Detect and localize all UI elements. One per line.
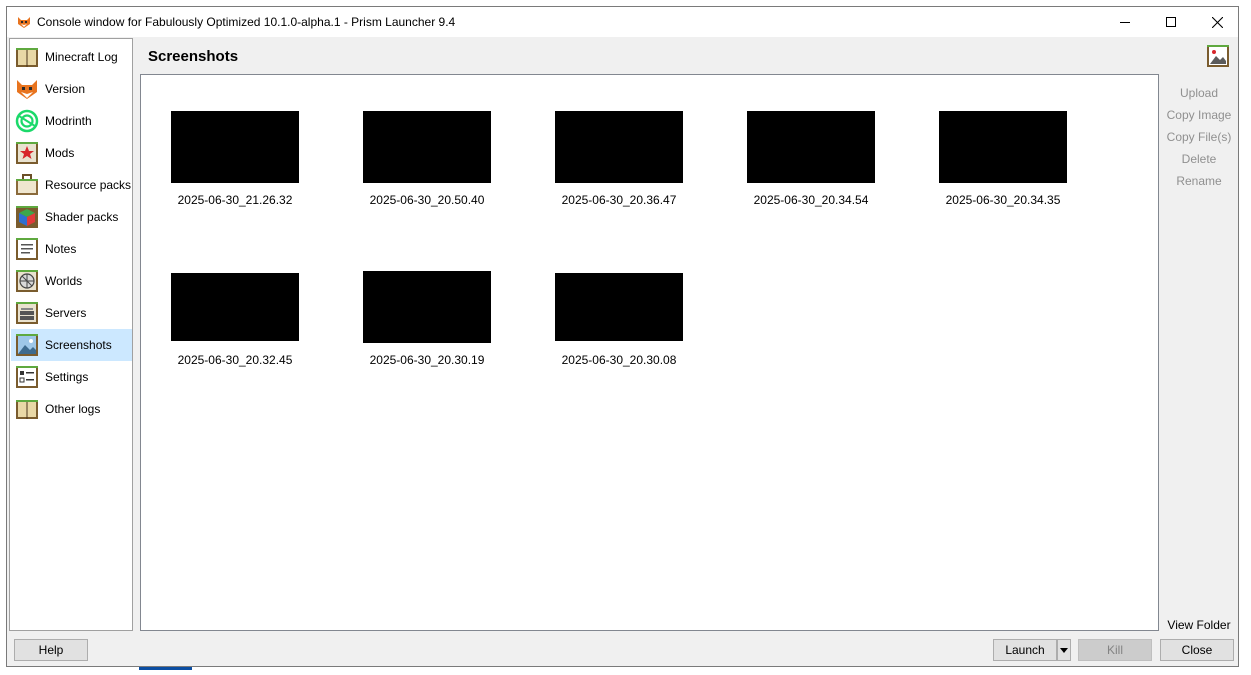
minimize-button[interactable]	[1102, 7, 1148, 37]
book-icon	[16, 48, 38, 67]
fox-icon	[18, 17, 30, 28]
sidebar: Minecraft Log Version Modrinth Mods Reso…	[9, 38, 133, 631]
screenshot-name: 2025-06-30_21.26.32	[177, 193, 293, 207]
sidebar-item-mods[interactable]: Mods	[11, 137, 132, 169]
sidebar-item-label: Servers	[45, 306, 87, 320]
view-folder-button[interactable]: View Folder	[1160, 618, 1238, 632]
close-window-button[interactable]	[1194, 7, 1240, 37]
settings-icon	[16, 366, 38, 388]
sidebar-item-settings[interactable]: Settings	[11, 361, 132, 393]
sidebar-item-label: Settings	[45, 370, 89, 384]
sidebar-item-resource-packs[interactable]: Resource packs	[11, 169, 132, 201]
sidebar-item-label: Minecraft Log	[45, 50, 118, 64]
screenshot-item[interactable]: 2025-06-30_21.26.32	[155, 89, 315, 219]
close-icon	[1211, 16, 1223, 28]
screenshot-item[interactable]: 2025-06-30_20.30.08	[539, 249, 699, 379]
sidebar-item-label: Modrinth	[45, 114, 92, 128]
screenshot-item[interactable]: 2025-06-30_20.34.54	[731, 89, 891, 219]
screenshot-name: 2025-06-30_20.50.40	[369, 193, 485, 207]
console-window: Console window for Fabulously Optimized …	[6, 6, 1239, 667]
sidebar-item-modrinth[interactable]: Modrinth	[11, 105, 132, 137]
rename-button[interactable]: Rename	[1160, 174, 1238, 188]
modrinth-icon	[15, 109, 39, 133]
upload-button[interactable]: Upload	[1160, 86, 1238, 100]
page-title: Screenshots	[148, 48, 239, 65]
help-button[interactable]: Help	[14, 639, 88, 661]
action-toolbar: Upload Copy Image Copy File(s) Delete Re…	[1160, 74, 1238, 632]
screenshot-name: 2025-06-30_20.36.47	[561, 193, 677, 207]
title-bar[interactable]: Console window for Fabulously Optimized …	[7, 7, 1238, 37]
world-icon	[16, 270, 38, 292]
screenshot-thumbnail	[747, 111, 875, 183]
resource-pack-icon	[16, 174, 38, 195]
screenshot-name: 2025-06-30_20.34.35	[945, 193, 1061, 207]
screenshot-name: 2025-06-30_20.30.08	[561, 353, 677, 367]
sidebar-item-version[interactable]: Version	[11, 73, 132, 105]
screenshot-thumbnail	[363, 111, 491, 183]
sidebar-item-other-logs[interactable]: Other logs	[11, 393, 132, 425]
sidebar-item-servers[interactable]: Servers	[11, 297, 132, 329]
sidebar-item-shader-packs[interactable]: Shader packs	[11, 201, 132, 233]
sidebar-item-worlds[interactable]: Worlds	[11, 265, 132, 297]
book-icon	[16, 400, 38, 419]
chevron-down-icon	[1060, 647, 1068, 653]
fox-icon	[17, 80, 37, 99]
screenshot-thumbnail	[555, 273, 683, 341]
screenshot-thumbnail	[363, 271, 491, 343]
sidebar-item-label: Worlds	[45, 274, 83, 288]
screenshot-thumbnail	[555, 111, 683, 183]
copy-files-button[interactable]: Copy File(s)	[1160, 130, 1238, 144]
sidebar-item-label: Mods	[45, 146, 75, 160]
screenshot-name: 2025-06-30_20.32.45	[177, 353, 293, 367]
copy-image-button[interactable]: Copy Image	[1160, 108, 1238, 122]
sidebar-item-minecraft-log[interactable]: Minecraft Log	[11, 41, 132, 73]
close-button[interactable]: Close	[1160, 639, 1234, 661]
minimize-icon	[1120, 22, 1130, 23]
screenshot-name: 2025-06-30_20.34.54	[753, 193, 869, 207]
sidebar-item-label: Shader packs	[45, 210, 119, 224]
screenshot-item[interactable]: 2025-06-30_20.32.45	[155, 249, 315, 379]
delete-button[interactable]: Delete	[1160, 152, 1238, 166]
sidebar-item-screenshots[interactable]: Screenshots	[11, 329, 132, 361]
screenshot-item[interactable]: 2025-06-30_20.36.47	[539, 89, 699, 219]
sidebar-item-label: Other logs	[45, 402, 101, 416]
taskbar-edge	[139, 667, 192, 670]
kill-button[interactable]: Kill	[1078, 639, 1152, 661]
screenshot-item[interactable]: 2025-06-30_20.30.19	[347, 249, 507, 379]
server-icon	[16, 302, 38, 324]
star-icon	[16, 142, 38, 164]
window-title: Console window for Fabulously Optimized …	[37, 15, 456, 29]
launch-menu-button[interactable]	[1057, 639, 1071, 661]
maximize-button[interactable]	[1148, 7, 1194, 37]
sidebar-item-notes[interactable]: Notes	[11, 233, 132, 265]
screenshot-thumbnail	[171, 273, 299, 341]
screenshot-icon	[1207, 45, 1229, 67]
screenshot-thumbnail	[939, 111, 1067, 183]
notes-icon	[16, 238, 38, 260]
screenshot-thumbnail	[171, 111, 299, 183]
sidebar-item-label: Notes	[45, 242, 77, 256]
sidebar-item-label: Resource packs	[45, 178, 132, 192]
sidebar-item-label: Version	[45, 82, 86, 96]
screenshot-name: 2025-06-30_20.30.19	[369, 353, 485, 367]
shader-cube-icon	[16, 206, 38, 228]
screenshot-grid[interactable]: 2025-06-30_21.26.32 2025-06-30_20.50.40 …	[140, 74, 1159, 631]
launch-button[interactable]: Launch	[993, 639, 1057, 661]
screenshot-icon	[16, 334, 38, 356]
maximize-icon	[1166, 17, 1176, 27]
screenshot-item[interactable]: 2025-06-30_20.34.35	[923, 89, 1083, 219]
sidebar-item-label: Screenshots	[45, 338, 112, 352]
screenshot-item[interactable]: 2025-06-30_20.50.40	[347, 89, 507, 219]
